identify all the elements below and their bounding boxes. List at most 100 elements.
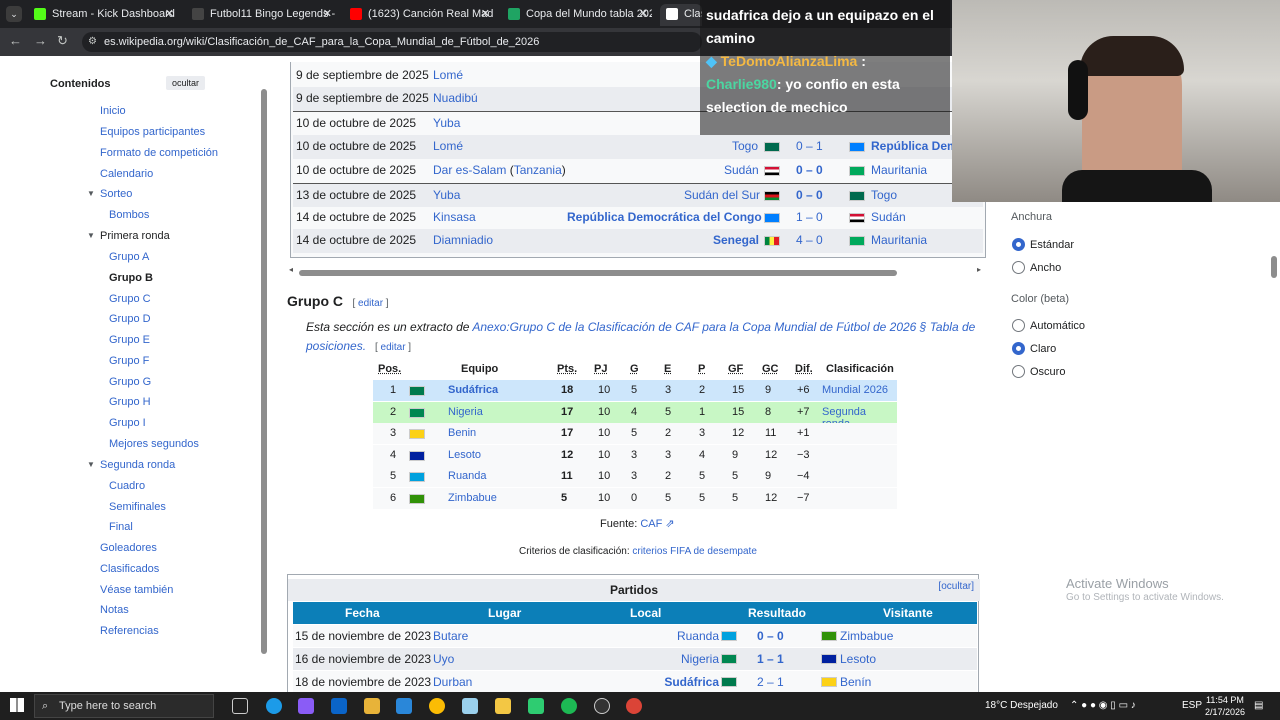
match-home[interactable]: Nigeria xyxy=(681,652,719,666)
match-venue[interactable]: Uyo xyxy=(433,652,454,666)
width-wide-radio[interactable] xyxy=(1012,261,1025,274)
match-venue[interactable]: Nuadibú xyxy=(433,91,478,105)
standings-team[interactable]: Nigeria xyxy=(448,406,483,418)
standings-cls[interactable]: Mundial 2026 xyxy=(822,384,888,396)
match-away[interactable]: República Dem xyxy=(871,139,958,153)
match-venue[interactable]: Yuba xyxy=(433,116,460,130)
match-venue[interactable]: Lomé xyxy=(433,139,463,153)
tray-icons[interactable]: ⌃ ● ● ◉ ▯ ▭ ♪ xyxy=(1070,700,1136,711)
match-score[interactable]: 0 – 0 xyxy=(796,188,823,202)
width-standard-label[interactable]: Estándar xyxy=(1030,239,1074,251)
notifications-icon[interactable]: ▤ xyxy=(1254,700,1263,711)
copilot-icon[interactable] xyxy=(298,698,314,714)
toc-item-final[interactable]: Final xyxy=(109,521,133,533)
toc-item-grupo-g[interactable]: Grupo G xyxy=(109,376,151,388)
col-e[interactable]: E xyxy=(664,363,671,375)
match-home[interactable]: Sudáfrica xyxy=(664,675,719,689)
toc-item-semifinales[interactable]: Semifinales xyxy=(109,501,166,513)
close-icon[interactable]: ✕ xyxy=(481,4,490,24)
address-bar[interactable]: ⚙ es.wikipedia.org/wiki/Clasificación_de… xyxy=(82,32,702,52)
toc-scrollbar[interactable] xyxy=(260,74,268,674)
toc-item-grupo-f[interactable]: Grupo F xyxy=(109,355,149,367)
page-scrollbar[interactable] xyxy=(1270,206,1278,686)
venue-country-link[interactable]: Tanzania xyxy=(514,163,562,177)
toc-item-grupo-b[interactable]: Grupo B xyxy=(109,272,153,284)
tab-youtube[interactable]: (1623) Canción Real Madrid vs ✕ xyxy=(344,4,494,26)
files-icon[interactable] xyxy=(495,698,511,714)
vscode-icon[interactable] xyxy=(396,698,412,714)
chevron-down-icon[interactable]: ▼ xyxy=(87,189,95,198)
table-horizontal-scrollbar[interactable]: ◂ ▸ xyxy=(289,265,983,278)
standings-team[interactable]: Zimbabue xyxy=(448,492,497,504)
color-auto-label[interactable]: Automático xyxy=(1030,320,1085,332)
standings-team[interactable]: Ruanda xyxy=(448,470,487,482)
toc-item-grupo-i[interactable]: Grupo I xyxy=(109,417,146,429)
clock-time[interactable]: 11:54 PM xyxy=(1206,695,1244,705)
color-dark-radio[interactable] xyxy=(1012,365,1025,378)
col-pts[interactable]: Pts. xyxy=(557,363,577,375)
match-away[interactable]: Lesoto xyxy=(840,652,876,666)
task-view-icon[interactable] xyxy=(232,698,248,714)
color-dark-label[interactable]: Oscuro xyxy=(1030,366,1065,378)
match-venue[interactable]: Lomé xyxy=(433,68,463,82)
toc-scrollbar-thumb[interactable] xyxy=(261,89,267,654)
tab-kick[interactable]: Stream - Kick Dashboard ✕ xyxy=(28,4,178,26)
chrome-icon[interactable] xyxy=(429,698,445,714)
toc-item-grupo-h[interactable]: Grupo H xyxy=(109,396,151,408)
match-away[interactable]: Sudán xyxy=(871,210,906,224)
toc-item-segunda-ronda[interactable]: Segunda ronda xyxy=(100,459,175,471)
match-home[interactable]: Togo xyxy=(732,139,758,153)
tab-wikipedia[interactable]: Clasi xyxy=(660,4,702,26)
toc-item-primera-ronda[interactable]: Primera ronda xyxy=(100,230,170,242)
match-score[interactable]: 4 – 0 xyxy=(796,233,823,247)
matches-hide-button[interactable]: [ocultar] xyxy=(938,581,974,592)
width-wide-label[interactable]: Ancho xyxy=(1030,262,1061,274)
toc-item-equipos[interactable]: Equipos participantes xyxy=(100,126,205,138)
close-icon[interactable]: ✕ xyxy=(639,4,648,24)
back-icon[interactable]: ← xyxy=(9,33,22,48)
tab-sheets[interactable]: Copa del Mundo tabla 2026, fo ✕ xyxy=(502,4,652,26)
standings-team[interactable]: Benin xyxy=(448,427,476,439)
match-home[interactable]: Ruanda xyxy=(677,629,719,643)
col-p[interactable]: P xyxy=(698,363,705,375)
scroll-left-icon[interactable]: ◂ xyxy=(289,265,293,274)
color-light-radio[interactable] xyxy=(1012,342,1025,355)
tab-list-dropdown-icon[interactable]: ⌄ xyxy=(6,6,22,22)
col-gc[interactable]: GC xyxy=(762,363,779,375)
chat-app-icon[interactable] xyxy=(528,698,544,714)
close-icon[interactable]: ✕ xyxy=(323,4,332,24)
obs-icon[interactable] xyxy=(594,698,610,714)
reload-icon[interactable]: ↻ xyxy=(57,33,68,49)
table-scrollbar-thumb[interactable] xyxy=(299,270,897,276)
standings-team[interactable]: Lesoto xyxy=(448,449,481,461)
language-indicator[interactable]: ESP xyxy=(1182,700,1202,711)
match-home[interactable]: Senegal xyxy=(713,233,759,247)
col-pos[interactable]: Pos. xyxy=(378,363,401,375)
taskbar-search[interactable]: ⌕ Type here to search xyxy=(34,694,214,718)
match-venue[interactable]: Diamniadio xyxy=(433,233,493,247)
match-venue[interactable]: Butare xyxy=(433,629,468,643)
tab-futbol11[interactable]: Futbol11 Bingo Legends - Play ✕ xyxy=(186,4,336,26)
color-auto-radio[interactable] xyxy=(1012,319,1025,332)
site-info-icon[interactable]: ⚙ xyxy=(88,32,97,52)
toc-item-grupo-c[interactable]: Grupo C xyxy=(109,293,151,305)
match-venue[interactable]: Durban xyxy=(433,675,472,689)
toc-item-inicio[interactable]: Inicio xyxy=(100,105,126,117)
chrome-active-icon[interactable] xyxy=(626,698,642,714)
toc-item-grupo-e[interactable]: Grupo E xyxy=(109,334,150,346)
match-away[interactable]: Zimbabue xyxy=(840,629,893,643)
toc-item-mejores-segundos[interactable]: Mejores segundos xyxy=(109,438,199,450)
match-home[interactable]: República Democrática del Congo xyxy=(567,210,762,224)
app-icon[interactable] xyxy=(462,698,478,714)
col-g[interactable]: G xyxy=(630,363,639,375)
toc-hide-button[interactable]: ocultar xyxy=(166,76,206,90)
toc-item-sorteo[interactable]: Sorteo xyxy=(100,188,132,200)
close-icon[interactable]: ✕ xyxy=(165,4,174,24)
match-away[interactable]: Togo xyxy=(871,188,897,202)
forward-icon[interactable]: → xyxy=(34,33,47,48)
weather-widget[interactable]: 18°C Despejado xyxy=(985,700,1058,711)
standings-team[interactable]: Sudáfrica xyxy=(448,384,498,396)
toc-item-notas[interactable]: Notas xyxy=(100,604,129,616)
toc-item-cuadro[interactable]: Cuadro xyxy=(109,480,145,492)
col-gf[interactable]: GF xyxy=(728,363,743,375)
